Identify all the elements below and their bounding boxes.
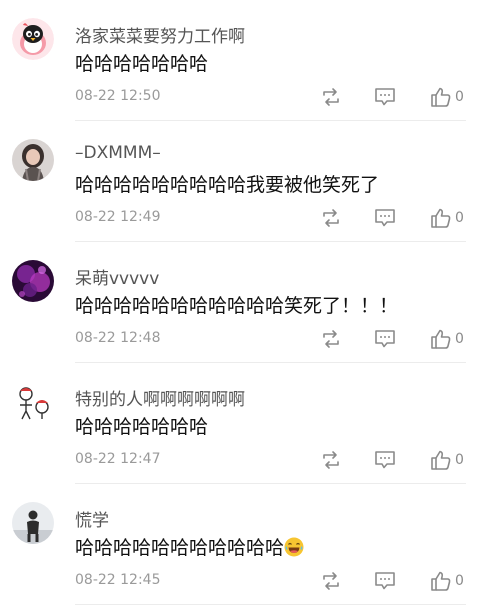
comment-item: –DXMMM– 哈哈哈哈哈哈哈哈哈我要被他笑死了 08-22 12:49 0 [0,121,480,242]
comment-item: 洛家菜菜要努力工作啊 哈哈哈哈哈哈哈 08-22 12:50 0 [0,0,480,121]
like-button[interactable]: 0 [430,328,464,350]
girl-photo-avatar[interactable] [12,139,54,181]
reply-button[interactable] [374,207,396,229]
repost-icon [323,88,339,106]
like-button[interactable]: 0 [430,570,464,592]
penguin-avatar[interactable] [12,18,54,60]
repost-icon [323,209,339,227]
comment-timestamp: 08-22 12:47 [75,451,161,467]
comment-username[interactable]: 洛家菜菜要努力工作啊 [75,22,245,47]
thumbs-up-icon [431,571,451,591]
comment-icon [375,88,395,106]
reply-button[interactable] [374,570,396,592]
comment-icon [375,572,395,590]
like-button[interactable]: 0 [430,207,464,229]
comment-list: 洛家菜菜要努力工作啊 哈哈哈哈哈哈哈 08-22 12:50 0 –DXMMM–… [0,0,480,608]
like-count: 0 [455,89,464,105]
comment-item: 呆萌vvvvv 哈哈哈哈哈哈哈哈哈哈哈笑死了！！！ 08-22 12:48 0 [0,242,480,363]
comment-username[interactable]: 特别的人啊啊啊啊啊啊 [75,385,245,410]
comment-text: 哈哈哈哈哈哈哈哈哈我要被他笑死了 [75,174,380,196]
repost-icon [323,572,339,590]
comment-text: 哈哈哈哈哈哈哈 [75,416,209,438]
repost-icon [323,451,339,469]
cartoon-sketch-avatar[interactable] [12,381,54,423]
like-count: 0 [455,331,464,347]
reply-button[interactable] [374,328,396,350]
comment-username[interactable]: 呆萌vvvvv [75,264,159,289]
purple-bokeh-avatar[interactable] [12,260,54,302]
comment-timestamp: 08-22 12:48 [75,330,161,346]
repost-button[interactable] [320,570,342,592]
comment-icon [375,330,395,348]
thumbs-up-icon [431,450,451,470]
comment-username[interactable]: –DXMMM– [75,143,161,163]
thumbs-up-icon [431,208,451,228]
like-button[interactable]: 0 [430,449,464,471]
comment-timestamp: 08-22 12:45 [75,572,161,588]
comment-icon [375,451,395,469]
comment-text-content: 哈哈哈哈哈哈哈哈哈哈哈 [75,537,285,559]
repost-button[interactable] [320,449,342,471]
laughing-emoji [284,537,304,557]
repost-button[interactable] [320,86,342,108]
reply-button[interactable] [374,449,396,471]
like-count: 0 [455,452,464,468]
thumbs-up-icon [431,329,451,349]
repost-button[interactable] [320,328,342,350]
thumbs-up-icon [431,87,451,107]
person-standing-avatar[interactable] [12,502,54,544]
like-count: 0 [455,573,464,589]
comment-text: 哈哈哈哈哈哈哈 [75,53,209,75]
reply-button[interactable] [374,86,396,108]
like-count: 0 [455,210,464,226]
comment-username[interactable]: 慌学 [75,506,109,531]
like-button[interactable]: 0 [430,86,464,108]
repost-icon [323,330,339,348]
divider [75,604,466,605]
repost-button[interactable] [320,207,342,229]
comment-timestamp: 08-22 12:50 [75,88,161,104]
comment-timestamp: 08-22 12:49 [75,209,161,225]
comment-text: 哈哈哈哈哈哈哈哈哈哈哈 [75,533,304,560]
comment-icon [375,209,395,227]
comment-item: 慌学 哈哈哈哈哈哈哈哈哈哈哈 08-22 12:45 0 [0,484,480,605]
comment-text: 哈哈哈哈哈哈哈哈哈哈哈笑死了！！！ [75,295,399,317]
comment-item: 特别的人啊啊啊啊啊啊 哈哈哈哈哈哈哈 08-22 12:47 0 [0,363,480,484]
